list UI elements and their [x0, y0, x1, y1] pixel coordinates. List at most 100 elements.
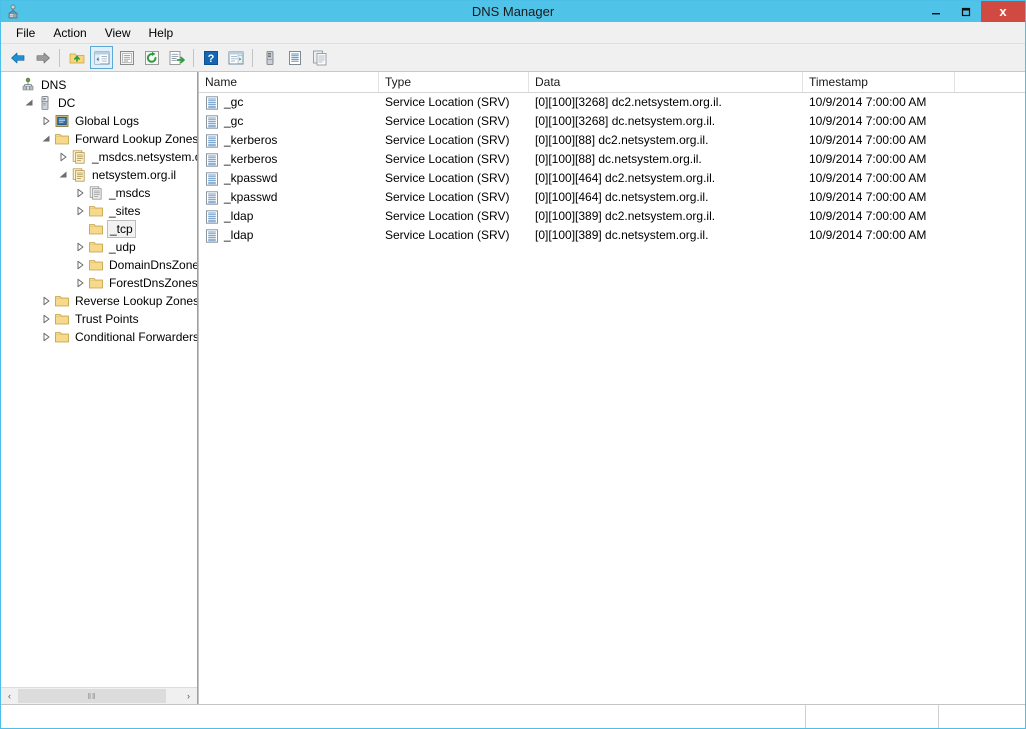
global-logs-icon — [53, 112, 71, 130]
column-header-blank[interactable] — [955, 72, 1025, 92]
folder-icon — [53, 130, 71, 148]
column-header-timestamp[interactable]: Timestamp — [803, 72, 955, 92]
tree-node-reverse-lookup-zones[interactable]: Reverse Lookup Zones — [1, 292, 197, 310]
expand-arrow-icon-closed[interactable] — [73, 238, 87, 256]
column-header-data[interactable]: Data — [529, 72, 803, 92]
tree-node-label: Reverse Lookup Zones — [75, 294, 197, 308]
expand-arrow-icon-open[interactable] — [22, 94, 36, 112]
properties-button[interactable] — [115, 46, 138, 69]
dns-manager-window: DNS Manager x File Action View Help ? DN… — [0, 0, 1026, 729]
help-button[interactable]: ? — [199, 46, 222, 69]
dns-root-icon — [19, 76, 37, 94]
cell-data: [0][100][88] dc2.netsystem.org.il. — [535, 133, 709, 147]
up-one-level-button[interactable] — [65, 46, 88, 69]
srv-record-icon — [204, 228, 220, 244]
close-button[interactable]: x — [981, 1, 1025, 22]
new-server-button[interactable] — [258, 46, 281, 69]
table-row[interactable]: _gc Service Location (SRV) [0][100][3268] … — [199, 93, 1025, 112]
expand-arrow-icon-closed[interactable] — [73, 184, 87, 202]
tree-node-msdcs[interactable]: _msdcs — [1, 184, 197, 202]
tree-node-label: _sites — [109, 204, 141, 218]
cell-data: [0][100][389] dc2.netsystem.org.il. — [535, 209, 716, 223]
scrollbar-thumb[interactable]: ‖‖ — [18, 689, 166, 703]
record-name-text: _gc — [224, 95, 244, 109]
menu-file[interactable]: File — [7, 23, 44, 43]
new-zone-button[interactable] — [283, 46, 306, 69]
cell-data: [0][100][389] dc.netsystem.org.il. — [535, 228, 709, 242]
table-row[interactable]: _kerberos Service Location (SRV) [0][100][… — [199, 131, 1025, 150]
expand-arrow-icon-closed[interactable] — [73, 256, 87, 274]
maximize-restore-button[interactable] — [951, 1, 981, 22]
show-hide-console-tree-button[interactable] — [90, 46, 113, 69]
scrollbar-track[interactable]: ‖‖ — [18, 688, 180, 704]
table-row[interactable]: _ldap Service Location (SRV) [0][100][389]… — [199, 207, 1025, 226]
tree-node-global-logs[interactable]: Global Logs — [1, 112, 197, 130]
folder-icon — [53, 328, 71, 346]
cell-data: [0][100][88] dc.netsystem.org.il. — [535, 152, 702, 166]
expand-arrow-icon-open[interactable] — [56, 166, 70, 184]
tree-node-domaindnszones[interactable]: DomainDnsZones — [1, 256, 197, 274]
srv-record-icon — [204, 190, 220, 206]
column-header-type[interactable]: Type — [379, 72, 529, 92]
tree-node-sites[interactable]: _sites — [1, 202, 197, 220]
srv-record-icon — [204, 209, 220, 225]
minimize-button[interactable] — [921, 1, 951, 22]
table-row[interactable]: _kerberos Service Location (SRV) [0][100][… — [199, 150, 1025, 169]
tree-node-dc[interactable]: DC — [1, 94, 197, 112]
folder-icon — [87, 274, 105, 292]
menu-help[interactable]: Help — [140, 23, 183, 43]
tree-node-forestdnszones[interactable]: ForestDnsZones — [1, 274, 197, 292]
expand-arrow-icon-open[interactable] — [39, 130, 53, 148]
title-bar[interactable]: DNS Manager x — [1, 1, 1025, 22]
table-row[interactable]: _gc Service Location (SRV) [0][100][3268] … — [199, 112, 1025, 131]
tree-node-netsystem-org-il[interactable]: netsystem.org.il — [1, 166, 197, 184]
expand-arrow-icon-closed[interactable] — [39, 328, 53, 346]
show-hide-action-pane-button[interactable] — [224, 46, 247, 69]
tree-node-udp[interactable]: _udp — [1, 238, 197, 256]
records-list[interactable]: _gc Service Location (SRV) [0][100][3268] … — [199, 93, 1025, 704]
cell-name: _kerberos — [199, 131, 379, 150]
expand-arrow-icon-closed[interactable] — [56, 148, 70, 166]
menu-bar: File Action View Help — [1, 22, 1025, 44]
cell-name: _kpasswd — [199, 188, 379, 207]
folder-icon — [87, 256, 105, 274]
record-name-text: _gc — [224, 114, 244, 128]
folder-icon — [87, 220, 105, 238]
tree-node-tcp[interactable]: _tcp — [1, 220, 197, 238]
cell-name: _kpasswd — [199, 169, 379, 188]
tree-node-trust-points[interactable]: Trust Points — [1, 310, 197, 328]
refresh-button[interactable] — [140, 46, 163, 69]
expand-arrow-icon-closed[interactable] — [73, 202, 87, 220]
forward-button[interactable] — [31, 46, 54, 69]
scroll-left-button[interactable]: ‹ — [1, 688, 18, 704]
tree-node-msdcs-netsystem[interactable]: _msdcs.netsystem.or — [1, 148, 197, 166]
tree-horizontal-scrollbar[interactable]: ‹ ‖‖ › — [1, 687, 197, 704]
scroll-right-button[interactable]: › — [180, 688, 197, 704]
expand-arrow-icon-closed[interactable] — [39, 310, 53, 328]
cell-timestamp: 10/9/2014 7:00:00 AM — [809, 133, 927, 147]
table-row[interactable]: _kpasswd Service Location (SRV) [0][100][4… — [199, 188, 1025, 207]
cell-data: [0][100][464] dc2.netsystem.org.il. — [535, 171, 716, 185]
expand-arrow-icon-none — [5, 76, 19, 94]
record-name-text: _kpasswd — [224, 171, 278, 185]
tree-node-label: DNS — [41, 78, 67, 92]
expand-arrow-icon-closed[interactable] — [39, 112, 53, 130]
back-button[interactable] — [6, 46, 29, 69]
expand-arrow-icon-closed[interactable] — [73, 274, 87, 292]
menu-view[interactable]: View — [96, 23, 140, 43]
window-title: DNS Manager — [471, 4, 555, 19]
console-tree[interactable]: DNS DC Global Logs Forward Lookup Zones _msd… — [1, 72, 197, 687]
export-list-button[interactable] — [165, 46, 188, 69]
table-row[interactable]: _kpasswd Service Location (SRV) [0][100][4… — [199, 169, 1025, 188]
new-host-button[interactable] — [308, 46, 331, 69]
column-header-name[interactable]: Name — [199, 72, 379, 92]
tree-node-dns[interactable]: DNS — [1, 76, 197, 94]
cell-name: _ldap — [199, 226, 379, 245]
expand-arrow-icon-closed[interactable] — [39, 292, 53, 310]
tree-node-conditional-forwarders[interactable]: Conditional Forwarders — [1, 328, 197, 346]
menu-action[interactable]: Action — [44, 23, 95, 43]
tree-node-forward-lookup-zones[interactable]: Forward Lookup Zones — [1, 130, 197, 148]
main-content: DNS DC Global Logs Forward Lookup Zones _msd… — [1, 72, 1025, 704]
tree-node-label: netsystem.org.il — [92, 168, 177, 182]
table-row[interactable]: _ldap Service Location (SRV) [0][100][389]… — [199, 226, 1025, 245]
